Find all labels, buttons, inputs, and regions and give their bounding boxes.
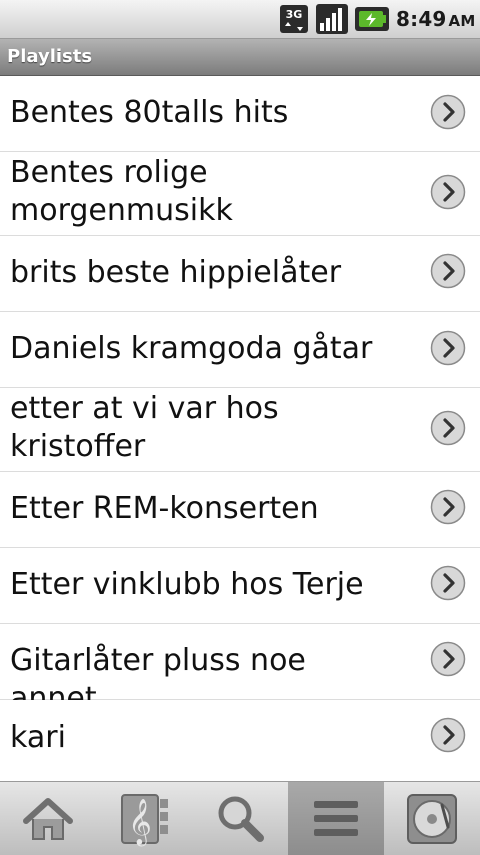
playlist-label: brits beste hippielåter xyxy=(10,255,342,290)
music-library-button[interactable]: 𝄞 xyxy=(96,782,192,855)
battery-charging-icon xyxy=(355,7,389,31)
playlist-item[interactable]: etter at vi var hos kristoffer xyxy=(0,388,480,472)
chevron-right-icon[interactable] xyxy=(430,641,466,677)
3g-data-icon: 3G xyxy=(280,5,308,33)
playlist-item[interactable]: Etter REM-konserten xyxy=(0,472,480,548)
home-icon xyxy=(23,797,73,840)
clock-ampm: AM xyxy=(448,12,476,30)
music-library-icon: 𝄞 xyxy=(121,793,168,847)
chevron-right-icon[interactable] xyxy=(430,565,466,601)
bottom-toolbar: 𝄞 xyxy=(0,781,480,855)
playlist-item[interactable]: kari xyxy=(0,700,480,780)
signal-strength-icon xyxy=(316,4,348,34)
playlist-label: Daniels kramgoda gåtar xyxy=(10,331,373,366)
playlists-icon xyxy=(314,800,358,836)
playlist-label: Bentes 80talls hits xyxy=(10,95,289,130)
playlist-item[interactable]: Bentes 80talls hits xyxy=(0,76,480,152)
status-bar: 3G 8:49 AM xyxy=(0,0,480,39)
chevron-right-icon[interactable] xyxy=(430,253,466,289)
playlist-label: kari xyxy=(10,720,66,755)
playlist-label: etter at vi var hos kristoffer xyxy=(10,391,279,464)
search-button[interactable] xyxy=(192,782,288,855)
playlist-label: Etter vinklubb hos Terje xyxy=(10,567,364,602)
page-title: Playlists xyxy=(7,46,93,67)
playlist-item[interactable]: Etter vinklubb hos Terje xyxy=(0,548,480,624)
clock-time: 8:49 xyxy=(396,7,447,31)
title-bar: Playlists xyxy=(0,39,480,76)
now-playing-icon xyxy=(407,793,457,844)
playlist-item[interactable]: Daniels kramgoda gåtar xyxy=(0,312,480,388)
home-button[interactable] xyxy=(0,782,96,855)
chevron-right-icon[interactable] xyxy=(430,489,466,525)
svg-text:𝄞: 𝄞 xyxy=(128,799,152,847)
now-playing-button[interactable] xyxy=(384,782,480,855)
playlist-item[interactable]: brits beste hippielåter xyxy=(0,236,480,312)
chevron-right-icon[interactable] xyxy=(430,174,466,210)
playlist-item[interactable]: Bentes rolige morgenmusikk xyxy=(0,152,480,236)
chevron-right-icon[interactable] xyxy=(430,717,466,753)
playlist-label: Etter REM-konserten xyxy=(10,491,319,526)
playlists-button[interactable] xyxy=(288,782,384,855)
chevron-right-icon[interactable] xyxy=(430,410,466,446)
chevron-right-icon[interactable] xyxy=(430,94,466,130)
clock: 8:49 AM xyxy=(396,7,475,31)
search-icon xyxy=(218,796,264,842)
playlist-label: Bentes rolige morgenmusikk xyxy=(10,155,233,228)
chevron-right-icon[interactable] xyxy=(430,330,466,366)
svg-text:3G: 3G xyxy=(286,8,303,21)
playlist-list: Bentes 80talls hits Bentes rolige morgen… xyxy=(0,76,480,780)
playlist-item[interactable]: Gitarlåter pluss noe annet xyxy=(0,624,480,716)
